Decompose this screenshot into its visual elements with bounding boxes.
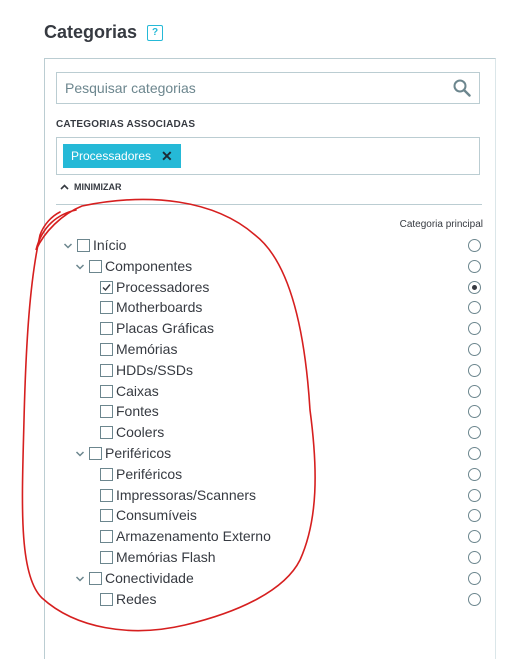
category-checkbox[interactable] <box>100 488 113 502</box>
main-category-radio[interactable] <box>468 280 481 294</box>
category-tree-row: HDDs/SSDs <box>45 361 495 382</box>
main-category-radio[interactable] <box>468 592 481 606</box>
main-category-radio[interactable] <box>468 488 481 502</box>
main-category-radio[interactable] <box>468 467 481 481</box>
main-category-radio[interactable] <box>468 405 481 419</box>
main-category-radio[interactable] <box>468 426 481 440</box>
category-label: Caixas <box>116 382 159 399</box>
category-label: Motherboards <box>116 299 203 316</box>
category-label: Processadores <box>116 278 210 295</box>
category-tag: Processadores ✕ <box>63 144 181 168</box>
category-checkbox[interactable] <box>100 280 113 294</box>
category-label: Fontes <box>116 403 159 420</box>
category-checkbox[interactable] <box>100 530 113 544</box>
minimize-toggle[interactable]: MINIMIZAR <box>60 182 122 192</box>
category-label: Impressoras/Scanners <box>116 486 257 503</box>
main-category-radio[interactable] <box>468 363 481 377</box>
main-category-radio[interactable] <box>468 571 481 585</box>
category-tree-row: Periféricos <box>45 465 495 486</box>
categories-panel: CATEGORIAS ASSOCIADAS Processadores ✕ MI… <box>44 58 496 659</box>
main-category-radio[interactable] <box>468 446 481 460</box>
category-tree-row: Coolers <box>45 423 495 444</box>
category-tree-row: Início <box>45 236 495 257</box>
category-label: Periféricos <box>105 444 172 461</box>
divider <box>56 204 482 205</box>
category-label: Início <box>93 237 127 253</box>
chevron-down-icon[interactable] <box>75 574 85 584</box>
search-icon[interactable] <box>453 79 471 97</box>
category-tree-row: Processadores <box>45 278 495 299</box>
category-checkbox[interactable] <box>100 467 113 481</box>
main-category-radio[interactable] <box>468 301 481 315</box>
category-label: Memórias Flash <box>116 548 216 565</box>
category-tag-label: Processadores <box>71 149 152 163</box>
category-tree-row: Redes <box>45 590 495 611</box>
category-tree: Início Componentes Processadores Motherboar… <box>45 236 495 610</box>
main-category-radio[interactable] <box>468 509 481 523</box>
category-checkbox[interactable] <box>100 550 113 564</box>
category-checkbox[interactable] <box>77 239 90 252</box>
category-label: Consumíveis <box>116 507 197 524</box>
category-tree-row: Placas Gráficas <box>45 319 495 340</box>
page-title: Categorias <box>44 22 138 42</box>
category-checkbox[interactable] <box>100 426 113 440</box>
chevron-up-icon <box>60 184 69 190</box>
category-tree-row: Armazenamento Externo <box>45 527 495 548</box>
main-category-radio[interactable] <box>468 384 481 398</box>
category-checkbox[interactable] <box>100 322 113 336</box>
category-checkbox[interactable] <box>100 384 113 398</box>
category-label: HDDs/SSDs <box>116 361 194 378</box>
associated-categories-label: CATEGORIAS ASSOCIADAS <box>56 119 196 130</box>
associated-categories-box: Processadores ✕ <box>56 137 480 175</box>
main-category-radio[interactable] <box>468 322 481 336</box>
main-category-radio[interactable] <box>468 550 481 564</box>
chevron-down-icon[interactable] <box>63 241 73 251</box>
category-tree-row: Consumíveis <box>45 506 495 527</box>
category-checkbox[interactable] <box>100 405 113 419</box>
search-input[interactable] <box>57 79 453 97</box>
category-tree-row: Motherboards <box>45 298 495 319</box>
category-label: Componentes <box>105 257 193 274</box>
category-label: Memórias <box>116 340 178 357</box>
category-tree-row: Memórias Flash <box>45 548 495 569</box>
category-tree-row: Fontes <box>45 402 495 423</box>
category-checkbox[interactable] <box>100 592 113 606</box>
category-checkbox[interactable] <box>89 259 102 273</box>
main-category-header: Categoria principal <box>399 219 483 230</box>
categories-header: Categorias ? <box>44 22 164 43</box>
category-tree-row: Periféricos <box>45 444 495 465</box>
category-checkbox[interactable] <box>100 301 113 315</box>
category-checkbox[interactable] <box>89 571 102 585</box>
category-tree-row: Componentes <box>45 257 495 278</box>
category-checkbox[interactable] <box>89 446 102 460</box>
category-label: Conectividade <box>105 569 194 586</box>
category-checkbox[interactable] <box>100 363 113 377</box>
category-label: Redes <box>116 590 157 607</box>
close-icon[interactable]: ✕ <box>161 148 173 165</box>
main-category-radio[interactable] <box>468 530 481 544</box>
category-label: Coolers <box>116 424 165 441</box>
category-tree-row: Memórias <box>45 340 495 361</box>
category-tree-row: Impressoras/Scanners <box>45 486 495 507</box>
main-category-radio[interactable] <box>468 342 481 356</box>
category-tree-row: Conectividade <box>45 569 495 590</box>
chevron-down-icon[interactable] <box>75 449 85 459</box>
category-label: Periféricos <box>116 465 183 482</box>
main-category-radio[interactable] <box>468 239 481 252</box>
search-box <box>56 72 480 104</box>
help-icon[interactable]: ? <box>147 24 164 41</box>
chevron-down-icon[interactable] <box>75 262 85 272</box>
main-category-radio[interactable] <box>468 259 481 273</box>
minimize-label: MINIMIZAR <box>74 182 122 192</box>
category-checkbox[interactable] <box>100 342 113 356</box>
category-checkbox[interactable] <box>100 509 113 523</box>
category-label: Placas Gráficas <box>116 320 215 337</box>
category-label: Armazenamento Externo <box>116 528 271 545</box>
category-tree-row: Caixas <box>45 382 495 403</box>
